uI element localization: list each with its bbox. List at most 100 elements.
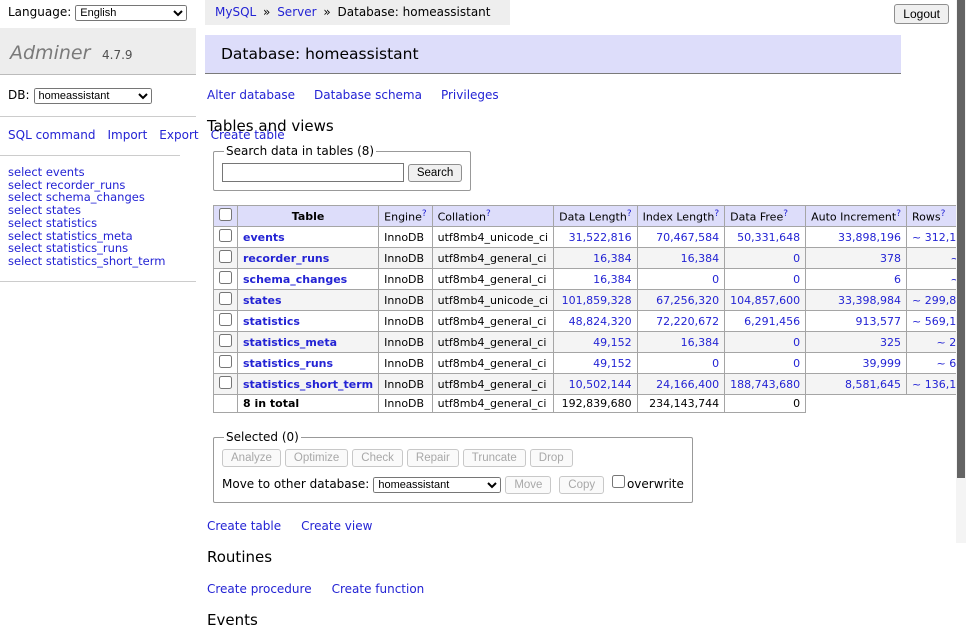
repair-button[interactable]: Repair <box>407 449 459 467</box>
engine-cell: InnoDB <box>379 227 432 248</box>
analyze-button[interactable]: Analyze <box>222 449 281 467</box>
move-database-select[interactable]: homeassistant <box>373 477 501 493</box>
data-free-link[interactable]: 188,743,680 <box>730 378 800 391</box>
index-length-link[interactable]: 70,467,584 <box>656 231 719 244</box>
index-length-link[interactable]: 0 <box>712 273 719 286</box>
index-length-link[interactable]: 24,166,400 <box>656 378 719 391</box>
row-checkbox[interactable] <box>219 313 232 326</box>
table-name-link[interactable]: states <box>243 294 282 307</box>
collation-cell: utf8mb4_general_ci <box>432 353 553 374</box>
auto-increment-link[interactable]: 33,898,196 <box>838 231 901 244</box>
index-length-link[interactable]: 16,384 <box>681 252 720 265</box>
main-content: MySQL » Server » Database: homeassistant… <box>205 0 956 629</box>
help-link[interactable]: ? <box>896 209 901 219</box>
select-link[interactable]: select <box>8 254 42 268</box>
row-checkbox[interactable] <box>219 292 232 305</box>
row-checkbox[interactable] <box>219 250 232 263</box>
vertical-scrollbar[interactable] <box>956 0 966 543</box>
create-procedure-link[interactable]: Create procedure <box>207 582 312 596</box>
db-action-link[interactable]: Database schema <box>314 88 422 102</box>
data-length-link[interactable]: 49,152 <box>593 357 632 370</box>
data-length-link[interactable]: 31,522,816 <box>569 231 632 244</box>
db-action-link[interactable]: Privileges <box>441 88 499 102</box>
sidebar-action-link[interactable]: Import <box>107 128 147 142</box>
data-length-link[interactable]: 48,824,320 <box>569 315 632 328</box>
row-checkbox[interactable] <box>219 229 232 242</box>
move-label: Move to other database: <box>222 477 369 491</box>
drop-button[interactable]: Drop <box>530 449 573 467</box>
row-checkbox[interactable] <box>219 334 232 347</box>
data-free-link[interactable]: 50,331,648 <box>737 231 800 244</box>
table-name-link[interactable]: recorder_runs <box>243 252 329 265</box>
row-checkbox[interactable] <box>219 271 232 284</box>
search-input[interactable] <box>222 163 404 182</box>
create-table-link[interactable]: Create table <box>207 519 281 533</box>
data-free-link[interactable]: 0 <box>793 336 800 349</box>
scrollbar-thumb[interactable] <box>957 0 965 478</box>
table-name-link[interactable]: statistics <box>243 315 300 328</box>
engine-cell: InnoDB <box>379 332 432 353</box>
overwrite-checkbox[interactable] <box>612 475 625 488</box>
auto-increment-link[interactable]: 39,999 <box>863 357 902 370</box>
data-free-link[interactable]: 6,291,456 <box>744 315 800 328</box>
sidebar-action-link[interactable]: Export <box>159 128 198 142</box>
truncate-button[interactable]: Truncate <box>463 449 526 467</box>
sidebar-action-link[interactable]: SQL command <box>8 128 95 142</box>
table-link[interactable]: statistics_short_term <box>46 254 166 268</box>
help-link[interactable]: ? <box>714 209 719 219</box>
data-free-link[interactable]: 0 <box>793 252 800 265</box>
data-length-link[interactable]: 101,859,328 <box>562 294 632 307</box>
create-view-link[interactable]: Create view <box>301 519 372 533</box>
db-select[interactable]: homeassistant <box>34 88 152 104</box>
index-length-cell: 70,467,584 <box>637 227 725 248</box>
row-checkbox[interactable] <box>219 376 232 389</box>
copy-button[interactable]: Copy <box>559 476 604 494</box>
help-link[interactable]: ? <box>422 209 427 219</box>
language-select[interactable]: English <box>75 5 187 21</box>
select-all-checkbox[interactable] <box>219 208 232 221</box>
data-length-link[interactable]: 49,152 <box>593 336 632 349</box>
total-collation-cell: utf8mb4_general_ci <box>432 395 553 413</box>
collation-cell: utf8mb4_general_ci <box>432 332 553 353</box>
sidebar-actions: SQL commandImportExportCreate table <box>0 117 180 156</box>
row-checkbox[interactable] <box>219 355 232 368</box>
help-link[interactable]: ? <box>486 209 491 219</box>
auto-increment-link[interactable]: 378 <box>880 252 901 265</box>
optimize-button[interactable]: Optimize <box>285 449 348 467</box>
table-name-link[interactable]: statistics_meta <box>243 336 337 349</box>
data-length-link[interactable]: 16,384 <box>593 273 632 286</box>
data-free-link[interactable]: 0 <box>793 273 800 286</box>
index-length-link[interactable]: 72,220,672 <box>656 315 719 328</box>
data-free-link[interactable]: 104,857,600 <box>730 294 800 307</box>
table-name-link[interactable]: statistics_runs <box>243 357 333 370</box>
index-length-link[interactable]: 16,384 <box>681 336 720 349</box>
data-free-link[interactable]: 0 <box>793 357 800 370</box>
index-length-link[interactable]: 67,256,320 <box>656 294 719 307</box>
breadcrumb-link[interactable]: MySQL <box>215 5 256 19</box>
help-link[interactable]: ? <box>627 209 632 219</box>
auto-increment-link[interactable]: 913,577 <box>856 315 902 328</box>
table-name-link[interactable]: events <box>243 231 285 244</box>
search-button[interactable]: Search <box>408 164 462 182</box>
auto-increment-link[interactable]: 6 <box>894 273 901 286</box>
collation-cell: utf8mb4_unicode_ci <box>432 227 553 248</box>
data-length-link[interactable]: 16,384 <box>593 252 632 265</box>
db-action-link[interactable]: Alter database <box>207 88 295 102</box>
engine-cell: InnoDB <box>379 353 432 374</box>
table-name-link[interactable]: schema_changes <box>243 273 347 286</box>
check-button[interactable]: Check <box>352 449 403 467</box>
auto-increment-link[interactable]: 325 <box>880 336 901 349</box>
create-function-link[interactable]: Create function <box>332 582 425 596</box>
column-header-engine: Engine? <box>379 206 432 227</box>
move-button[interactable]: Move <box>505 476 551 494</box>
help-link[interactable]: ? <box>783 209 788 219</box>
help-link[interactable]: ? <box>941 209 946 219</box>
auto-increment-link[interactable]: 8,581,645 <box>845 378 901 391</box>
auto-increment-link[interactable]: 33,398,984 <box>838 294 901 307</box>
index-length-link[interactable]: 0 <box>712 357 719 370</box>
data-length-link[interactable]: 10,502,144 <box>569 378 632 391</box>
breadcrumb-link[interactable]: Server <box>277 5 316 19</box>
search-legend: Search data in tables (8) <box>224 144 376 158</box>
routine-links-row: Create procedure Create function <box>207 582 956 596</box>
table-name-link[interactable]: statistics_short_term <box>243 378 373 391</box>
